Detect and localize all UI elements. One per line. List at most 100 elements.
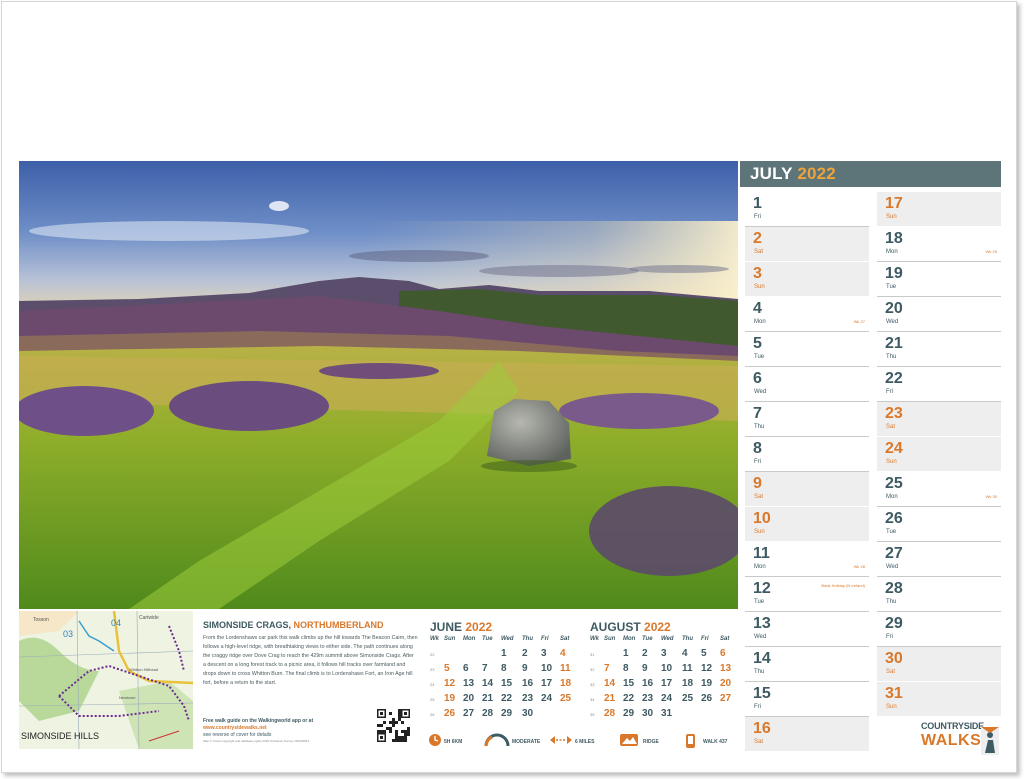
mini-june-name: JUNE (430, 620, 463, 634)
day-cell-7: 7 Thu (745, 402, 869, 437)
day-cell-23: 23 Sat (877, 402, 1001, 437)
stat-walk-id-text: WALK 437 (703, 739, 728, 745)
date-cell: 22 (623, 693, 635, 704)
day-cell-9: 9 Sat (745, 472, 869, 507)
day-cell-1: 1 Fri (745, 192, 869, 227)
date-cell: 25 (682, 693, 694, 704)
date-cell: 19 (444, 693, 456, 704)
weekday-header: Wk (590, 636, 599, 642)
week-number: Wk 27 (853, 319, 865, 324)
day-number: 28 (885, 580, 903, 597)
map-grid-a: 03 (63, 629, 73, 639)
day-name: Thu (886, 599, 897, 605)
day-name: Wed (886, 564, 899, 570)
date-cell: 10 (661, 663, 673, 674)
day-number: 13 (753, 615, 771, 632)
day-name: Tue (754, 354, 765, 360)
day-name: Fri (754, 214, 761, 220)
date-cell: 1 (501, 648, 507, 659)
weekday-header: Mon (623, 636, 636, 642)
day-name: Fri (754, 459, 761, 465)
day-name: Sat (754, 249, 764, 255)
week-number: Wk 29 (985, 249, 997, 254)
day-cell-15: 15 Fri (745, 682, 869, 717)
date-cell: 14 (482, 678, 494, 689)
stat-terrain-text: RIDGE (643, 739, 659, 745)
date-cell: 5 (444, 663, 450, 674)
week-number: 23 (430, 667, 435, 672)
day-cell-16: 16 Sat (745, 717, 869, 752)
day-cell-30: 30 Sat (877, 647, 1001, 682)
mini-calendar-header: Wk Sun Mon Tue Wed Thu Fri Sat (590, 636, 735, 646)
weekday-header: Tue (642, 636, 653, 642)
day-name: Thu (886, 354, 897, 360)
date-cell: 9 (642, 663, 648, 674)
week-number: Wk 30 (985, 494, 997, 499)
day-name: Tue (886, 284, 897, 290)
date-cell: 23 (642, 693, 654, 704)
day-cell-3: 3 Sun (745, 262, 869, 297)
date-cell: 3 (541, 648, 547, 659)
date-cell: 12 (444, 678, 456, 689)
day-name: Wed (754, 634, 767, 640)
day-cell-18: 18 Mon Wk 29 (877, 227, 1001, 262)
week-number: 35 (590, 712, 595, 717)
day-cell-19: 19 Tue (877, 262, 1001, 297)
date-cell: 29 (501, 708, 513, 719)
day-number: 14 (753, 650, 771, 667)
day-number: 22 (885, 370, 903, 387)
date-cell: 15 (501, 678, 513, 689)
gauge-icon (484, 733, 510, 747)
qr-code[interactable] (377, 709, 410, 742)
day-name: Sun (886, 214, 897, 220)
day-cell-29: 29 Fri (877, 612, 1001, 647)
walk-guide-url[interactable]: www.countrysidewalks.net (203, 725, 267, 731)
day-number: 23 (885, 405, 903, 422)
date-cell: 7 (482, 663, 488, 674)
mini-june-title: JUNE 2022 (430, 620, 575, 634)
date-cell: 30 (522, 708, 534, 719)
date-cell: 13 (463, 678, 475, 689)
day-number: 3 (753, 265, 762, 282)
date-cell: 26 (444, 708, 456, 719)
arrows-icon (550, 736, 572, 744)
date-cell: 4 (682, 648, 688, 659)
day-name: Fri (886, 634, 893, 640)
day-number: 27 (885, 545, 903, 562)
stat-difficulty-text: MODERATE (512, 739, 541, 745)
day-name: Sat (886, 669, 896, 675)
logo-top-text: COUNTRYSIDE (921, 721, 984, 731)
walk-guide: Free walk guide on the Walkingworld app … (203, 718, 378, 739)
date-cell: 15 (623, 678, 635, 689)
countryside-walks-logo: COUNTRYSIDE WALKS (921, 721, 1001, 757)
month-name: JULY (750, 164, 793, 183)
weekday-header: Fri (701, 636, 709, 642)
day-name: Thu (754, 669, 765, 675)
date-cell: 28 (604, 708, 616, 719)
date-cell: 17 (661, 678, 673, 689)
date-cell: 16 (642, 678, 654, 689)
date-cell: 22 (501, 693, 513, 704)
weekday-header: Wed (661, 636, 674, 642)
day-number: 24 (885, 440, 903, 457)
mini-calendar-row: 23 5 6 7 8 9 10 11 (430, 661, 575, 676)
date-cell: 8 (623, 663, 629, 674)
date-cell: 10 (541, 663, 553, 674)
stat-distance-text: 5H 6KM (444, 739, 463, 745)
date-cell: 6 (720, 648, 726, 659)
mini-calendar-row: 24 12 13 14 15 16 17 18 (430, 676, 575, 691)
date-cell: 7 (604, 663, 610, 674)
day-number: 29 (885, 615, 903, 632)
day-cell-14: 14 Thu (745, 647, 869, 682)
day-number: 19 (885, 265, 903, 282)
date-cell: 5 (701, 648, 707, 659)
day-cell-17: 17 Sun (877, 192, 1001, 227)
day-name: Wed (886, 319, 899, 325)
date-cell: 28 (482, 708, 494, 719)
weekday-header: Sun (444, 636, 456, 642)
map-copyright: Map © Crown copyright and database right… (203, 739, 310, 743)
day-cell-12: 12 Tue Bank Holiday (N Ireland) (745, 577, 869, 612)
day-name: Tue (886, 529, 897, 535)
weekday-header: Mon (463, 636, 476, 642)
date-cell: 4 (560, 648, 566, 659)
